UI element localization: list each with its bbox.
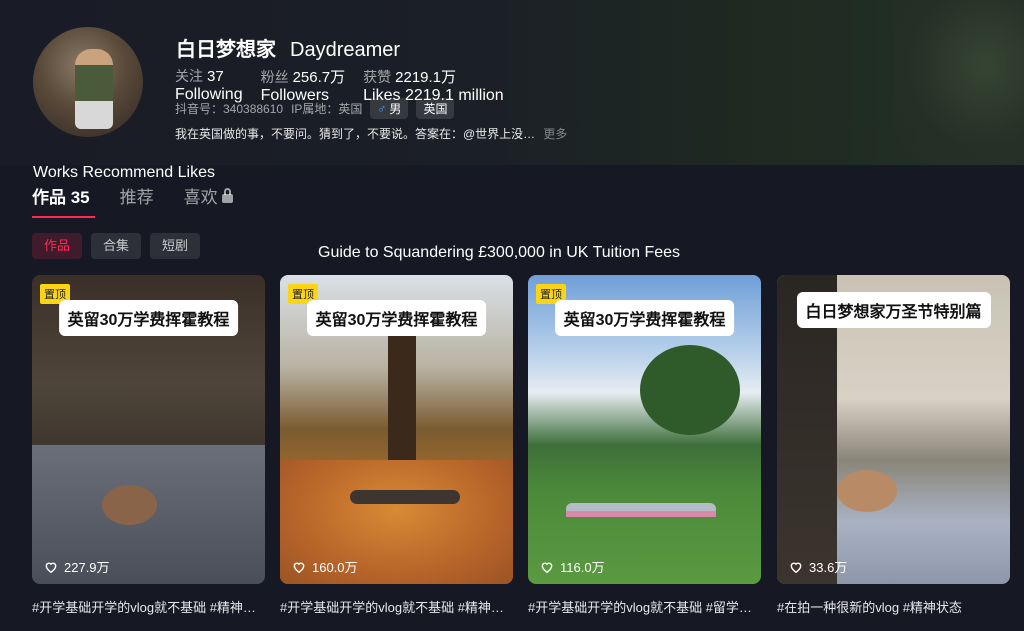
active-tab-indicator [32, 216, 95, 218]
tree [640, 345, 740, 435]
heart-icon [293, 562, 305, 573]
filter-chips: 作品 合集 短剧 [32, 233, 201, 259]
tab-works[interactable]: 作品 35 [32, 183, 90, 208]
sleeping-person [837, 470, 897, 512]
tab-likes[interactable]: 喜欢 [184, 183, 233, 208]
video-description[interactable]: #开学基础开学的vlog就不基础 #精神状态 [280, 597, 513, 616]
gender-tag: ♂ 男 [370, 98, 409, 119]
video-title: 英留30万学费挥霍教程 [554, 300, 735, 336]
avatar-photo-figure [75, 49, 113, 129]
ip-location: IP属地：英国 [291, 102, 363, 116]
chip-collections[interactable]: 合集 [91, 233, 142, 259]
picnic-blanket [566, 511, 716, 517]
video-card[interactable]: 置顶 英留30万学费挥霍教程 160.0万 [280, 275, 513, 584]
male-icon: ♂ [377, 102, 387, 116]
heart-icon [45, 562, 57, 573]
chip-short-drama[interactable]: 短剧 [150, 233, 201, 259]
video-likes: 160.0万 [292, 557, 358, 576]
video-likes: 33.6万 [789, 557, 847, 576]
profile-tabs: 作品 35 推荐 喜欢 [32, 183, 233, 208]
tree-trunk [388, 335, 416, 465]
video-title: 英留30万学费挥霍教程 [58, 300, 239, 336]
profile-name-en: Daydreamer [290, 39, 401, 61]
tab-recommend[interactable]: 推荐 [120, 183, 154, 208]
avatar[interactable] [33, 27, 143, 137]
video-card[interactable]: 置顶 英留30万学费挥霍教程 116.0万 [528, 275, 761, 584]
profile-bio: 我在英国做的事，不要问。猜到了，不要说。答案在：@世界上没… 更多 [175, 125, 567, 142]
bio-more-button[interactable]: 更多 [543, 127, 567, 141]
video-card[interactable]: 置顶 英留30万学费挥霍教程 227.9万 [32, 275, 265, 584]
lock-icon [221, 188, 233, 203]
heart-icon [541, 562, 553, 573]
video-likes: 116.0万 [540, 557, 605, 576]
video-description[interactable]: #在拍一种很新的vlog #精神状态 [777, 597, 1010, 616]
heart-icon [790, 562, 802, 573]
region-tag: 英国 [416, 98, 455, 119]
person-on-leaves [350, 490, 460, 504]
video-title: 英留30万学费挥霍教程 [306, 300, 487, 336]
video-description[interactable]: #开学基础开学的vlog就不基础 #精神状态 [32, 597, 265, 616]
sleeping-person [102, 485, 157, 525]
douyin-id: 抖音号：340388610 [175, 102, 284, 116]
video-card[interactable]: 白日梦想家万圣节特别篇 33.6万 [777, 275, 1010, 584]
chip-works[interactable]: 作品 [32, 233, 83, 259]
profile-meta: 抖音号：340388610 IP属地：英国 ♂ 男 英国 [175, 98, 455, 119]
video-description[interactable]: #开学基础开学的vlog就不基础 #留学生活 [528, 597, 761, 616]
bio-text: 我在英国做的事，不要问。猜到了，不要说。答案在：@世界上没… [175, 127, 536, 141]
video-likes: 227.9万 [44, 557, 110, 576]
profile-name-cn: 白日梦想家 [176, 39, 276, 61]
tabs-english-caption: Works Recommend Likes [33, 164, 215, 181]
profile-name: 白日梦想家 Daydreamer [176, 33, 400, 62]
video-title: 白日梦想家万圣节特别篇 [796, 292, 991, 328]
translation-caption: Guide to Squandering £300,000 in UK Tuit… [318, 244, 681, 261]
